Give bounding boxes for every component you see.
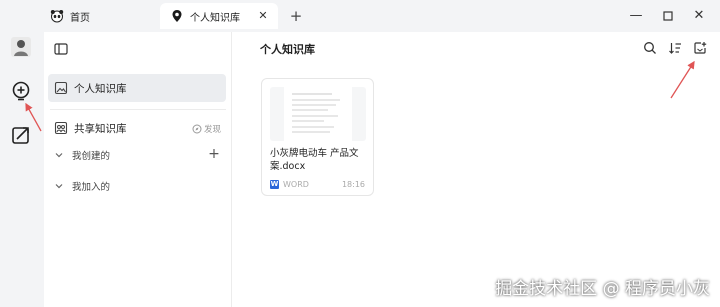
compass-icon — [192, 124, 202, 134]
search-icon[interactable] — [643, 41, 657, 55]
tab-home[interactable]: 首页 — [40, 3, 158, 29]
document-thumbnail — [270, 87, 366, 141]
add-knowledge-icon[interactable] — [10, 80, 32, 102]
minimize-icon[interactable]: — — [628, 8, 644, 24]
document-type: W WORD — [270, 180, 309, 189]
sidebar-item-label: 个人知识库 — [74, 82, 127, 95]
add-created-kb-plus-icon[interactable]: + — [207, 147, 221, 161]
sidebar-toggle-icon[interactable] — [54, 42, 68, 56]
discover-link[interactable]: 发现 — [192, 123, 221, 135]
tab-close-icon[interactable]: ✕ — [256, 9, 270, 23]
discover-label: 发现 — [203, 125, 221, 135]
tab-personal-knowledge-base[interactable]: 个人知识库 ✕ — [160, 3, 278, 29]
group-joined-label: 我加入的 — [72, 182, 111, 193]
document-card[interactable]: 小灰牌电动车 产品文案.docx W WORD 18:16 — [261, 78, 374, 196]
upload-icon[interactable] — [693, 41, 707, 55]
chevron-down-icon — [55, 184, 63, 189]
avatar[interactable] — [10, 36, 32, 58]
tab-bar: 首页 个人知识库 ✕ + — ✕ — [0, 0, 720, 32]
group-created-toggle[interactable]: 我创建的 — [54, 146, 110, 164]
location-pin-icon — [172, 10, 182, 22]
close-icon[interactable]: ✕ — [691, 8, 707, 24]
tab-kb-label: 个人知识库 — [190, 12, 240, 24]
left-rail — [0, 32, 44, 307]
divider — [50, 109, 226, 110]
sidebar-item-label: 共享知识库 — [74, 122, 127, 135]
group-created-label: 我创建的 — [72, 151, 111, 162]
page-title: 个人知识库 — [260, 43, 315, 56]
sidebar-item-personal-kb[interactable]: 个人知识库 — [48, 74, 226, 102]
document-time: 18:16 — [341, 180, 365, 189]
share-export-icon[interactable] — [10, 124, 32, 146]
document-type-label: WORD — [283, 180, 309, 189]
chevron-down-icon — [55, 153, 63, 158]
tab-home-label: 首页 — [70, 12, 90, 24]
group-joined-toggle[interactable]: 我加入的 — [54, 177, 110, 195]
sort-icon[interactable] — [668, 41, 682, 55]
panda-icon — [50, 10, 64, 23]
watermark: 掘金技术社区 @ 程序员小灰 — [495, 279, 710, 299]
image-icon — [54, 81, 68, 95]
shared-kb-icon — [54, 121, 68, 135]
document-name: 小灰牌电动车 产品文案.docx — [270, 148, 359, 172]
maximize-icon[interactable] — [660, 8, 676, 24]
sidebar: 个人知识库 共享知识库 发现 我创建的 + 我加入的 — [44, 32, 232, 307]
new-tab-plus-icon[interactable]: + — [288, 8, 304, 24]
word-icon: W — [270, 180, 279, 189]
main-panel: 个人知识库 小灰牌电动车 产品文案.docx W WORD 18:16 — [232, 32, 720, 307]
